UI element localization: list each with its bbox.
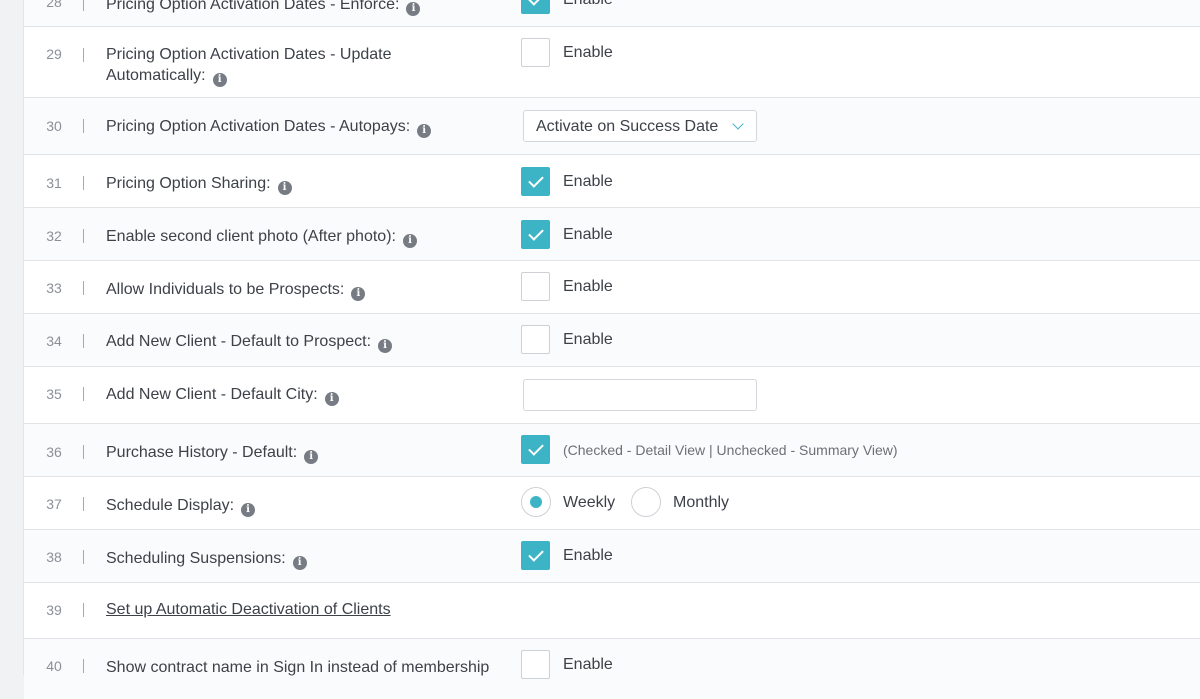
enable-label: Enable (563, 226, 613, 243)
chevron-down-icon (732, 118, 744, 130)
row-number: 33 (46, 280, 62, 296)
settings-row-36: 36 Purchase History - Default: i (Checked… (24, 424, 1200, 477)
row-number: 30 (46, 118, 62, 134)
monthly-label: Monthly (673, 494, 730, 511)
row-number: 37 (46, 496, 62, 512)
info-icon[interactable]: i (241, 503, 256, 517)
enable-checkbox[interactable] (521, 541, 550, 570)
row-number: 31 (46, 175, 62, 191)
settings-row-40: 40 Show contract name in Sign In instead… (24, 639, 1200, 699)
enable-checkbox[interactable] (521, 38, 550, 67)
setting-label: Pricing Option Sharing: i (106, 173, 506, 195)
setting-label: Add New Client - Default City: i (106, 384, 506, 406)
purchase-history-checkbox[interactable] (521, 435, 550, 464)
row-separator (83, 334, 84, 348)
monthly-radio[interactable] (631, 487, 661, 517)
row-separator (83, 659, 84, 673)
row-separator (83, 603, 84, 617)
setting-label: Allow Individuals to be Prospects: i (106, 279, 506, 301)
row-separator (83, 550, 84, 564)
enable-label: Enable (563, 278, 613, 295)
auto-deactivation-link[interactable]: Set up Automatic Deactivation of Clients (106, 601, 391, 619)
settings-row-32: 32 Enable second client photo (After pho… (24, 208, 1200, 261)
setting-label: Scheduling Suspensions: i (106, 548, 506, 570)
settings-row-38: 38 Scheduling Suspensions: i Enable (24, 530, 1200, 583)
setting-label: Enable second client photo (After photo)… (106, 226, 506, 248)
settings-row-34: 34 Add New Client - Default to Prospect:… (24, 314, 1200, 367)
row-number: 34 (46, 333, 62, 349)
row-separator (83, 176, 84, 190)
settings-row-29: 29 Pricing Option Activation Dates - Upd… (24, 27, 1200, 98)
info-icon[interactable]: i (351, 287, 366, 301)
weekly-radio[interactable] (521, 487, 551, 517)
enable-checkbox[interactable] (521, 0, 550, 14)
settings-row-39: 39 Set up Automatic Deactivation of Clie… (24, 583, 1200, 639)
enable-label: Enable (563, 547, 613, 564)
enable-label: Enable (563, 331, 613, 348)
row-number: 39 (46, 602, 62, 618)
enable-label: Enable (563, 44, 613, 61)
enable-label: Enable (563, 0, 613, 9)
row-separator (83, 281, 84, 295)
settings-row-37: 37 Schedule Display: i Weekly Monthly (24, 477, 1200, 530)
enable-checkbox[interactable] (521, 272, 550, 301)
autopays-select[interactable]: Activate on Success Date (523, 110, 757, 142)
row-number: 28 (46, 0, 62, 10)
setting-label: Add New Client - Default to Prospect: i (106, 331, 506, 353)
setting-label: Purchase History - Default: i (106, 442, 506, 464)
row-number: 29 (46, 46, 62, 62)
purchase-history-hint: (Checked - Detail View | Unchecked - Sum… (563, 442, 898, 458)
enable-checkbox[interactable] (521, 220, 550, 249)
info-icon[interactable]: i (417, 124, 432, 138)
enable-checkbox[interactable] (521, 167, 550, 196)
row-number: 40 (46, 658, 62, 674)
info-icon[interactable]: i (304, 450, 319, 464)
row-number: 36 (46, 444, 62, 460)
row-number: 32 (46, 228, 62, 244)
settings-row-28: 28 Pricing Option Activation Dates - Enf… (24, 0, 1200, 27)
row-separator (83, 119, 84, 133)
weekly-label: Weekly (563, 494, 616, 511)
settings-panel: 28 Pricing Option Activation Dates - Enf… (23, 0, 1200, 699)
setting-label: Pricing Option Activation Dates - Autopa… (106, 116, 506, 138)
row-separator (83, 445, 84, 459)
row-separator (83, 387, 84, 401)
row-separator (83, 497, 84, 511)
row-number: 38 (46, 549, 62, 565)
setting-label: Schedule Display: i (106, 495, 506, 517)
select-value: Activate on Success Date (536, 118, 719, 135)
info-icon[interactable]: i (292, 556, 307, 570)
row-separator (83, 0, 84, 11)
settings-row-30: 30 Pricing Option Activation Dates - Aut… (24, 98, 1200, 155)
row-separator (83, 229, 84, 243)
info-icon[interactable]: i (277, 181, 292, 195)
setting-label: Pricing Option Activation Dates - Update… (106, 46, 392, 87)
settings-row-33: 33 Allow Individuals to be Prospects: i E… (24, 261, 1200, 314)
info-icon[interactable]: i (406, 2, 421, 16)
info-icon[interactable]: i (378, 339, 393, 353)
settings-row-35: 35 Add New Client - Default City: i (24, 367, 1200, 424)
enable-label: Enable (563, 173, 613, 190)
enable-label: Enable (563, 656, 613, 673)
settings-row-31: 31 Pricing Option Sharing: i Enable (24, 155, 1200, 208)
info-icon[interactable]: i (402, 234, 417, 248)
row-number: 35 (46, 386, 62, 402)
enable-checkbox[interactable] (521, 325, 550, 354)
row-separator (83, 48, 84, 62)
info-icon[interactable]: i (212, 73, 227, 87)
setting-label: Pricing Option Activation Dates - Enforc… (106, 0, 506, 16)
info-icon[interactable]: i (324, 392, 339, 406)
default-city-input[interactable] (523, 379, 757, 411)
